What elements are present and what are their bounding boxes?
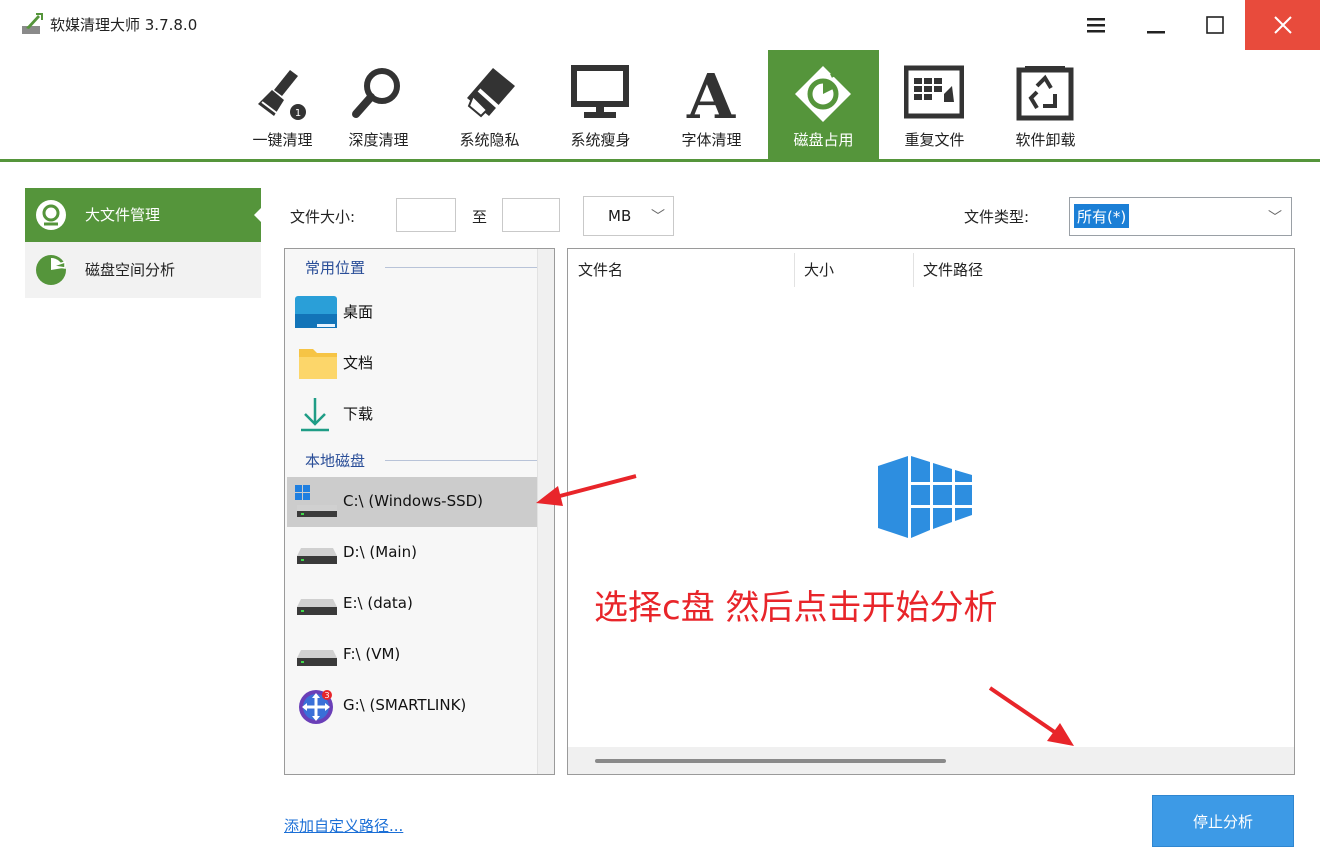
download-icon [301, 398, 329, 432]
tool-one-click-clean[interactable]: 1 一键清理 [227, 50, 338, 162]
broom-icon: 1 [258, 70, 306, 120]
loading-logo-icon [878, 456, 972, 538]
unit-value: MB [608, 207, 632, 225]
title-bar: 软媒清理大师 3.7.8.0 [0, 0, 1320, 50]
tool-label: 深度清理 [348, 131, 409, 149]
location-label: 桌面 [343, 303, 374, 321]
svg-text:1: 1 [295, 108, 301, 119]
column-divider[interactable] [913, 253, 914, 287]
drive-c[interactable]: C:\ (Windows-SSD) [287, 477, 537, 527]
size-max-input[interactable] [502, 198, 560, 232]
file-type-label: 文件类型: [964, 208, 1030, 226]
sidebar-item-label: 磁盘空间分析 [85, 261, 176, 279]
drive-d[interactable]: D:\ (Main) [287, 528, 537, 578]
app-logo-icon [22, 13, 43, 34]
sidebar-item-label: 大文件管理 [85, 206, 161, 224]
tool-duplicate-files[interactable]: 重复文件 [879, 50, 990, 162]
tool-privacy[interactable]: 系统隐私 [434, 50, 545, 162]
tool-slim-system[interactable]: 系统瘦身 [545, 50, 656, 162]
eraser-icon [467, 68, 515, 118]
menu-icon[interactable] [1068, 0, 1124, 50]
svg-text:3: 3 [324, 691, 329, 700]
tool-label: 磁盘占用 [793, 131, 854, 149]
monitor-icon [571, 65, 629, 118]
column-header-name[interactable]: 文件名 [578, 259, 623, 280]
add-custom-path-link[interactable]: 添加自定义路径... [284, 815, 403, 836]
location-label: D:\ (Main) [343, 543, 417, 561]
file-list[interactable]: 文件名 大小 文件路径 [567, 248, 1295, 775]
magnifier-icon [352, 68, 400, 118]
large-file-icon [36, 200, 66, 230]
chevron-down-icon: ﹀ [651, 209, 665, 225]
location-label: C:\ (Windows-SSD) [343, 492, 484, 510]
location-tree[interactable]: 常用位置 桌面 文档 下载 本地磁盘 C:\ (Windows-SSD) D:\… [284, 248, 555, 775]
group-header-common: 常用位置 [305, 259, 366, 277]
svg-text:A: A [686, 64, 736, 124]
column-divider[interactable] [794, 253, 795, 287]
close-icon[interactable] [1245, 0, 1320, 50]
location-label: F:\ (VM) [343, 645, 401, 663]
tool-label: 系统隐私 [459, 131, 520, 149]
divider [385, 267, 537, 268]
stop-analysis-button[interactable]: 停止分析 [1152, 795, 1294, 847]
window-title: 软媒清理大师 3.7.8.0 [50, 16, 198, 34]
location-documents[interactable]: 文档 [287, 337, 537, 387]
tool-font-clean[interactable]: A 字体清理 [656, 50, 767, 162]
disk-pie-icon [795, 66, 851, 122]
minimize-icon[interactable] [1128, 0, 1184, 50]
divider [385, 460, 537, 461]
smartlink-drive-icon: 3 [299, 690, 333, 724]
size-min-input[interactable] [396, 198, 456, 232]
horizontal-scrollbar[interactable] [568, 747, 1294, 774]
group-header-local: 本地磁盘 [305, 452, 366, 470]
location-downloads[interactable]: 下载 [287, 388, 537, 438]
chevron-down-icon: ﹀ [1268, 210, 1282, 226]
drive-icon [297, 548, 337, 564]
main-toolbar: 1 一键清理 深度清理 系统隐私 系统瘦身 A 字体清理 磁盘占用 重复文件 软… [0, 50, 1320, 162]
column-header-path[interactable]: 文件路径 [923, 259, 983, 280]
sidebar-item-disk-analysis[interactable]: 磁盘空间分析 [25, 243, 261, 297]
drive-f[interactable]: F:\ (VM) [287, 630, 537, 680]
tool-label: 重复文件 [904, 131, 965, 149]
location-label: E:\ (data) [343, 594, 413, 612]
left-sidebar: 大文件管理 磁盘空间分析 [25, 188, 262, 298]
system-drive-icon [295, 485, 337, 517]
drive-icon [297, 599, 337, 615]
recycle-icon [1016, 66, 1074, 121]
file-size-label: 文件大小: [290, 208, 356, 226]
location-label: 文档 [343, 354, 374, 372]
tool-label: 一键清理 [252, 131, 313, 149]
size-unit-select[interactable]: MB ﹀ [583, 196, 674, 236]
drive-g[interactable]: 3 G:\ (SMARTLINK) [287, 681, 537, 731]
sidebar-item-large-files[interactable]: 大文件管理 [25, 188, 262, 242]
desktop-icon [295, 296, 337, 328]
font-a-icon: A [686, 64, 736, 124]
folder-icon [299, 349, 337, 379]
duplicate-files-icon [904, 65, 964, 119]
tool-label: 字体清理 [681, 131, 742, 149]
tool-label: 系统瘦身 [570, 131, 631, 149]
file-type-select[interactable]: 所有(*) ﹀ [1069, 197, 1292, 236]
tool-uninstall[interactable]: 软件卸载 [990, 50, 1101, 162]
location-label: 下载 [343, 405, 374, 423]
drive-icon [297, 650, 337, 666]
location-label: G:\ (SMARTLINK) [343, 696, 467, 714]
tool-label: 软件卸载 [1015, 131, 1076, 149]
pie-chart-icon [36, 255, 66, 285]
annotation-text: 选择c盘 然后点击开始分析 [594, 588, 998, 628]
tree-scrollbar[interactable] [537, 249, 554, 774]
column-header-size[interactable]: 大小 [804, 259, 834, 280]
tool-deep-clean[interactable]: 深度清理 [323, 50, 434, 162]
active-indicator [254, 207, 262, 223]
file-type-value: 所有(*) [1074, 204, 1130, 228]
scroll-thumb[interactable] [595, 759, 946, 763]
drive-e[interactable]: E:\ (data) [287, 579, 537, 629]
tool-disk-usage[interactable]: 磁盘占用 [768, 50, 879, 162]
location-desktop[interactable]: 桌面 [287, 286, 537, 336]
maximize-icon[interactable] [1187, 0, 1243, 50]
to-label: 至 [472, 208, 488, 226]
